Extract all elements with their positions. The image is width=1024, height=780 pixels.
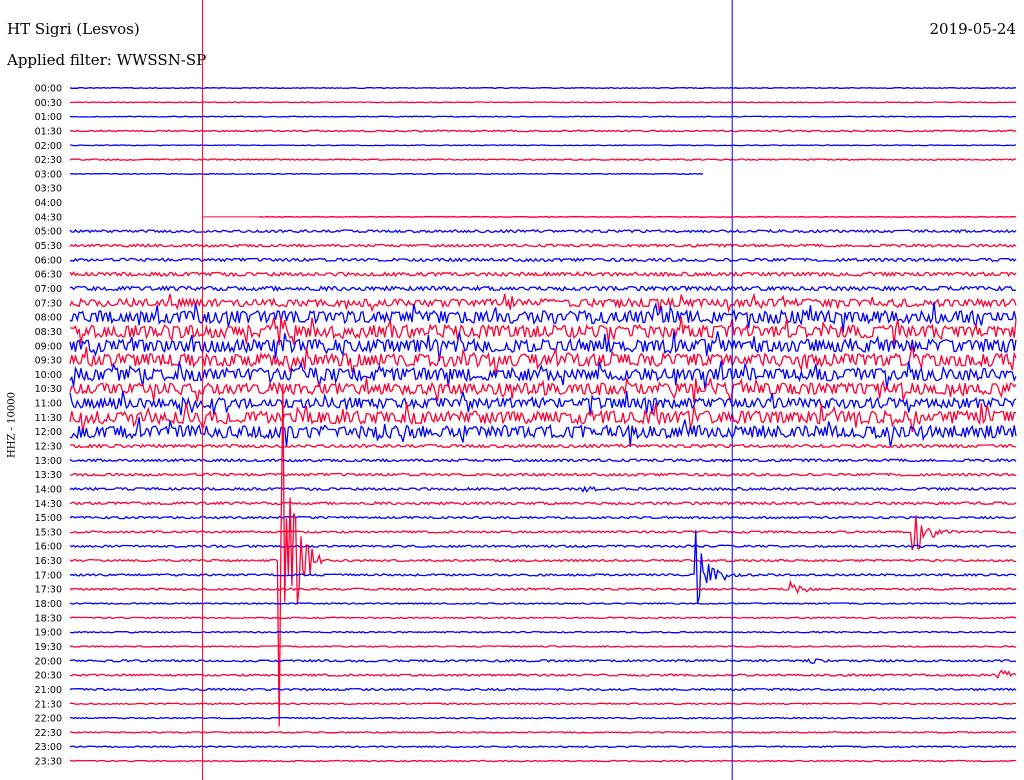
row-time-label: 05:30 [35, 241, 62, 252]
row-time-label: 22:30 [35, 728, 62, 739]
row-time-label: 12:00 [35, 427, 62, 438]
row-time-label: 21:00 [35, 685, 62, 696]
row-time-label: 13:30 [35, 470, 62, 481]
seismogram-plot: 00:00 00:30 01:00 01:30 02:00 02:30 03:00 03:30… [35, 0, 1017, 780]
row-time-label: 17:30 [35, 585, 62, 596]
row-time-label: 14:30 [35, 499, 62, 510]
row-time-label: 18:30 [35, 613, 62, 624]
trace-row [69, 243, 1017, 248]
trace-row [69, 472, 1017, 477]
trace-row [70, 101, 1017, 104]
row-time-label: 00:00 [35, 84, 62, 95]
row-time-label: 00:30 [35, 98, 62, 109]
row-time-label: 12:30 [35, 442, 62, 453]
trace-row [69, 579, 1017, 595]
row-time-label: 07:00 [35, 284, 62, 295]
trace-row [69, 458, 1017, 463]
row-time-label: 11:30 [35, 413, 62, 424]
row-time-label: 05:00 [35, 227, 62, 238]
row-time-label: 01:00 [35, 112, 62, 123]
trace-row [69, 86, 1017, 90]
row-time-label: 16:00 [35, 542, 62, 553]
trace-row [69, 515, 1017, 520]
trace-row [69, 745, 1017, 749]
row-time-label: 03:30 [35, 184, 62, 195]
row-time-label: 20:00 [35, 656, 62, 667]
row-time-label: 15:30 [35, 527, 62, 538]
trace-row [69, 530, 1017, 604]
trace-row [69, 158, 1017, 161]
trace-row [69, 129, 1017, 133]
row-time-label: 16:30 [35, 556, 62, 567]
row-time-label: 08:00 [35, 313, 62, 324]
row-time-label: 20:30 [35, 671, 62, 682]
trace-row [69, 630, 1017, 634]
row-time-label: 22:00 [35, 714, 62, 725]
trace-row [69, 416, 1017, 448]
row-time-label: 01:30 [35, 126, 62, 137]
row-time-label: 17:00 [35, 570, 62, 581]
row-time-label: 11:00 [35, 399, 62, 410]
row-time-label: 02:30 [35, 155, 62, 166]
trace-row [69, 687, 1017, 692]
trace-row [69, 759, 1016, 763]
row-time-label: 09:30 [35, 356, 62, 367]
row-time-label: 14:00 [35, 484, 62, 495]
row-time-label: 13:00 [35, 456, 62, 467]
trace-row [70, 669, 1017, 679]
trace-row [69, 228, 1017, 234]
trace-row [69, 602, 1017, 605]
trace-row [69, 702, 1016, 706]
trace-row [69, 544, 1017, 549]
trace-row [69, 616, 1017, 620]
trace-row [69, 115, 1017, 118]
row-time-label: 19:00 [35, 628, 62, 639]
trace-row [69, 645, 1017, 648]
trace-row [69, 270, 1017, 278]
row-time-label: 03:00 [35, 169, 62, 180]
row-time-label: 23:30 [35, 757, 62, 768]
trace-row [69, 485, 1016, 493]
trace-row [69, 285, 1017, 292]
row-time-label: 07:30 [35, 298, 62, 309]
trace-row [69, 257, 1017, 263]
row-time-label: 04:30 [35, 212, 62, 223]
row-time-label: 23:00 [35, 742, 62, 753]
row-time-label: 19:30 [35, 642, 62, 653]
row-time-label: 15:00 [35, 513, 62, 524]
trace-row [69, 500, 1017, 506]
trace-row [69, 731, 1017, 734]
row-time-label: 21:30 [35, 699, 62, 710]
row-time-label: 06:00 [35, 255, 62, 266]
row-time-label: 10:00 [35, 370, 62, 381]
row-time-label: 02:00 [35, 141, 62, 152]
trace-row [69, 716, 1017, 720]
row-time-label: 08:30 [35, 327, 62, 338]
trace-row [69, 144, 1017, 147]
row-time-label: 10:30 [35, 384, 62, 395]
trace-row [69, 292, 1017, 314]
row-time-label: 06:30 [35, 270, 62, 281]
trace-row [69, 443, 1017, 449]
row-time-label: 18:00 [35, 599, 62, 610]
trace-row [69, 658, 1017, 664]
row-time-label: 04:00 [35, 198, 62, 209]
row-time-label: 09:00 [35, 341, 62, 352]
trace-row [69, 172, 704, 175]
